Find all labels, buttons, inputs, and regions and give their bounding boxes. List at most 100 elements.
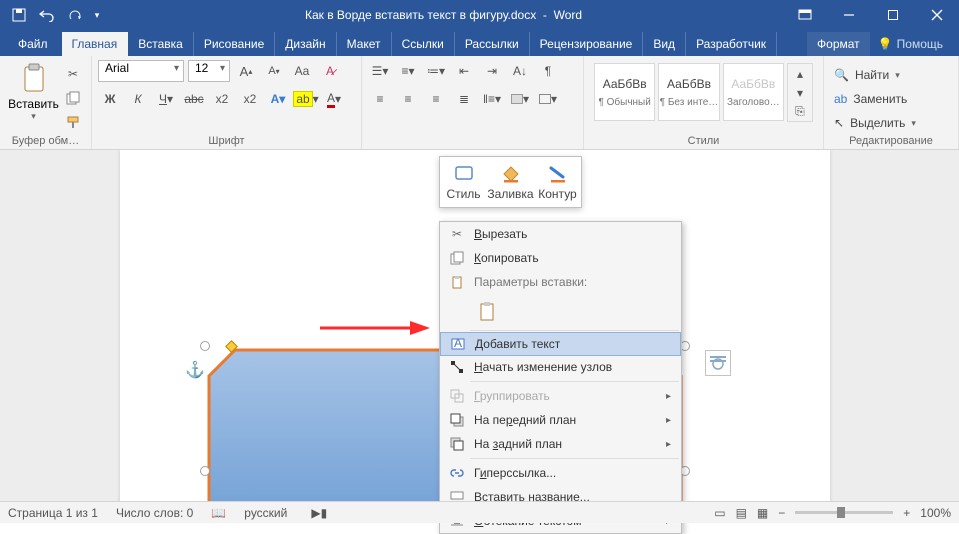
select-button[interactable]: ↖Выделить▾: [834, 113, 948, 133]
align-left-icon[interactable]: ≡: [368, 88, 392, 110]
ribbon-tabs: Файл Главная Вставка Рисование Дизайн Ма…: [0, 30, 959, 56]
indent-inc-icon[interactable]: ⇥: [480, 60, 504, 82]
macro-icon[interactable]: ▶▮: [311, 506, 327, 520]
mini-toolbar: Стиль Заливка Контур: [439, 156, 582, 208]
tab-home[interactable]: Главная: [62, 32, 129, 56]
qat-dropdown-icon[interactable]: ▾: [90, 2, 104, 28]
font-name-select[interactable]: Arial: [98, 60, 184, 82]
doc-title: Как в Ворде вставить текст в фигуру.docx: [305, 8, 536, 22]
indent-dec-icon[interactable]: ⇤: [452, 60, 476, 82]
anchor-icon[interactable]: ⚓: [185, 360, 205, 380]
bring-front-icon: [446, 413, 468, 427]
superscript-icon[interactable]: x2: [238, 88, 262, 110]
font-size-select[interactable]: 12: [188, 60, 230, 82]
redo-icon[interactable]: [62, 2, 88, 28]
tab-references[interactable]: Ссылки: [392, 32, 455, 56]
layout-options-icon[interactable]: [705, 350, 731, 376]
undo-icon[interactable]: [34, 2, 60, 28]
tab-format[interactable]: Формат: [807, 32, 870, 56]
styles-more-icon[interactable]: ⎘: [788, 102, 812, 121]
shape-fill-button[interactable]: Заливка: [487, 157, 534, 207]
tab-insert[interactable]: Вставка: [128, 32, 194, 56]
line-spacing-icon[interactable]: ‖≡▾: [480, 88, 504, 110]
tell-me[interactable]: 💡Помощь: [870, 32, 959, 56]
ctx-add-text[interactable]: AДобавить текст: [440, 332, 681, 356]
spellcheck-icon[interactable]: 📖: [211, 506, 226, 520]
subscript-icon[interactable]: x2: [210, 88, 234, 110]
close-icon[interactable]: [915, 0, 959, 30]
tab-design[interactable]: Дизайн: [275, 32, 336, 56]
language-indicator[interactable]: русский: [244, 506, 287, 520]
borders-icon[interactable]: ▾: [536, 88, 560, 110]
clipboard-icon: [18, 63, 50, 95]
cut-icon[interactable]: ✂: [61, 63, 85, 85]
resize-handle-w[interactable]: [200, 466, 210, 476]
view-print-icon[interactable]: ▤: [736, 506, 747, 520]
resize-handle-nw[interactable]: [200, 341, 210, 351]
font-color-icon[interactable]: A▾: [322, 88, 346, 110]
bold-icon[interactable]: Ж: [98, 88, 122, 110]
page-indicator[interactable]: Страница 1 из 1: [8, 506, 98, 520]
ctx-send-back[interactable]: На задний план▸: [440, 432, 681, 456]
align-center-icon[interactable]: ≡: [396, 88, 420, 110]
ctx-hyperlink[interactable]: Гиперссылка...: [440, 461, 681, 485]
shading-icon[interactable]: ▾: [508, 88, 532, 110]
word-count[interactable]: Число слов: 0: [116, 506, 193, 520]
tab-review[interactable]: Рецензирование: [530, 32, 644, 56]
style-no-spacing[interactable]: АаБбВв¶ Без инте…: [658, 63, 719, 121]
fill-icon: [500, 163, 522, 185]
paragraph-marks-icon[interactable]: ¶: [536, 60, 560, 82]
zoom-out-icon[interactable]: −: [778, 506, 785, 520]
shape-style-button[interactable]: Стиль: [440, 157, 487, 207]
svg-text:A: A: [454, 338, 462, 350]
minimize-icon[interactable]: [827, 0, 871, 30]
tab-view[interactable]: Вид: [643, 32, 686, 56]
view-read-icon[interactable]: ▭: [714, 506, 725, 520]
search-icon: 🔍: [834, 68, 849, 82]
ctx-bring-front[interactable]: На передний план▸: [440, 408, 681, 432]
multilevel-icon[interactable]: ≔▾: [424, 60, 448, 82]
tab-layout[interactable]: Макет: [337, 32, 392, 56]
zoom-in-icon[interactable]: +: [903, 506, 910, 520]
tab-file[interactable]: Файл: [4, 32, 62, 56]
replace-button[interactable]: abЗаменить: [834, 89, 948, 109]
justify-icon[interactable]: ≣: [452, 88, 476, 110]
clear-format-icon[interactable]: A̷: [318, 60, 342, 82]
tab-draw[interactable]: Рисование: [194, 32, 275, 56]
save-icon[interactable]: [6, 2, 32, 28]
shape-outline-button[interactable]: Контур: [534, 157, 581, 207]
ctx-copy[interactable]: Копировать: [440, 246, 681, 270]
ctx-edit-points[interactable]: Начать изменение узлов: [440, 355, 681, 379]
sort-icon[interactable]: A↓: [508, 60, 532, 82]
text-effects-icon[interactable]: A▾: [266, 88, 290, 110]
styles-up-icon[interactable]: ▴: [788, 64, 812, 83]
underline-icon[interactable]: Ч▾: [154, 88, 178, 110]
zoom-slider[interactable]: [795, 511, 893, 514]
tab-mailings[interactable]: Рассылки: [455, 32, 530, 56]
ctx-cut[interactable]: ✂Вырезать: [440, 222, 681, 246]
find-button[interactable]: 🔍Найти▾: [834, 65, 948, 85]
style-heading[interactable]: АаБбВвЗаголово…: [723, 63, 784, 121]
style-normal[interactable]: АаБбВв¶ Обычный: [594, 63, 655, 121]
shrink-font-icon[interactable]: A▾: [262, 60, 286, 82]
format-painter-icon[interactable]: [61, 111, 85, 133]
ctx-paste-option[interactable]: [474, 298, 502, 326]
styles-down-icon[interactable]: ▾: [788, 83, 812, 102]
ribbon-options-icon[interactable]: [783, 0, 827, 30]
bullets-icon[interactable]: ☰▾: [368, 60, 392, 82]
cursor-icon: ↖: [834, 116, 844, 130]
view-web-icon[interactable]: ▦: [757, 506, 768, 520]
tab-developer[interactable]: Разработчик: [686, 32, 777, 56]
zoom-level[interactable]: 100%: [920, 506, 951, 520]
strike-icon[interactable]: abc: [182, 88, 206, 110]
copy-icon[interactable]: [61, 87, 85, 109]
italic-icon[interactable]: К: [126, 88, 150, 110]
numbering-icon[interactable]: ≡▾: [396, 60, 420, 82]
change-case-icon[interactable]: Aa: [290, 60, 314, 82]
scissors-icon: ✂: [446, 227, 468, 241]
paste-button[interactable]: Вставить ▾: [6, 59, 61, 133]
maximize-icon[interactable]: [871, 0, 915, 30]
align-right-icon[interactable]: ≡: [424, 88, 448, 110]
highlight-icon[interactable]: ab▾: [294, 88, 318, 110]
grow-font-icon[interactable]: A▴: [234, 60, 258, 82]
